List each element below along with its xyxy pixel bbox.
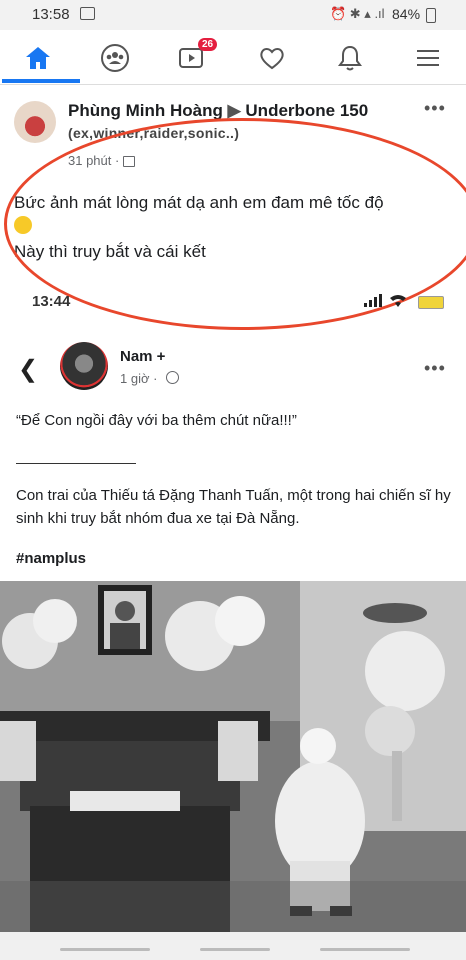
status-icons: ⏰ ✱ ▴ .ıl: [330, 6, 385, 21]
avatar[interactable]: [60, 342, 108, 390]
image-notification-icon: [80, 7, 95, 20]
groups-icon[interactable]: [95, 38, 135, 78]
battery-icon: [426, 8, 436, 23]
post-body: Con trai của Thiếu tá Đặng Thanh Tuấn, m…: [16, 487, 451, 527]
notifications-icon[interactable]: [330, 38, 370, 78]
top-navigation: [0, 30, 466, 85]
bottom-handle: [200, 948, 270, 951]
more-options-icon[interactable]: •••: [424, 98, 446, 119]
home-icon[interactable]: [18, 38, 58, 78]
watch-badge: 26: [198, 38, 218, 51]
battery-percent: 84%: [392, 6, 421, 22]
group-name[interactable]: Underbone 150: [245, 101, 368, 120]
inner-status-time: 13:44: [32, 293, 71, 310]
globe-icon: [166, 371, 179, 384]
post-quote: “Để Con ngồi đây với ba thêm chút nữa!!!…: [16, 412, 297, 429]
dating-icon[interactable]: [252, 38, 292, 78]
bottom-handle: [60, 948, 150, 951]
divider: [16, 463, 136, 464]
status-time: 13:58: [32, 6, 70, 23]
signal-wifi-icon: [362, 294, 410, 311]
bottom-handle: [320, 948, 410, 951]
hashtag-link[interactable]: #namplus: [16, 550, 86, 567]
post-time: 1 giờ ·: [120, 371, 158, 386]
author-name[interactable]: Phùng Minh Hoàng: [68, 101, 223, 120]
post-photo[interactable]: [0, 581, 466, 932]
more-options-icon[interactable]: •••: [424, 358, 446, 379]
inner-battery-icon: [418, 296, 444, 309]
back-arrow-icon[interactable]: ❮: [18, 355, 38, 384]
author-name[interactable]: Nam +: [120, 348, 165, 365]
bottom-bar: [0, 932, 466, 960]
home-active-indicator: [2, 79, 80, 83]
menu-icon[interactable]: [408, 38, 448, 78]
avatar[interactable]: [14, 101, 56, 143]
